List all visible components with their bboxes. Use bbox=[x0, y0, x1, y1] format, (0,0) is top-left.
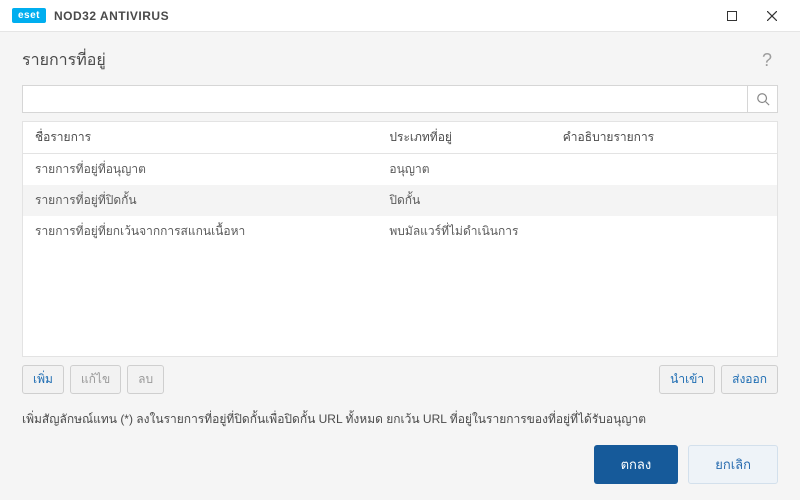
ok-button[interactable]: ตกลง bbox=[594, 445, 679, 484]
edit-button[interactable]: แก้ไข bbox=[70, 365, 121, 394]
table-row[interactable]: รายการที่อยู่ที่อนุญาต อนุญาต bbox=[23, 154, 777, 185]
search-input[interactable] bbox=[23, 86, 747, 112]
search-bar bbox=[22, 85, 778, 113]
table-row[interactable]: รายการที่อยู่ที่ยกเว้นจากการสแกนเนื้อหา … bbox=[23, 216, 777, 247]
cell-desc bbox=[551, 216, 777, 247]
close-button[interactable] bbox=[752, 0, 792, 32]
page-title: รายการที่อยู่ bbox=[22, 48, 106, 73]
add-button[interactable]: เพิ่ม bbox=[22, 365, 64, 394]
table-header: ชื่อรายการ ประเภทที่อยู่ คำอธิบายรายการ bbox=[23, 121, 777, 154]
table-body: รายการที่อยู่ที่อนุญาต อนุญาต รายการที่อ… bbox=[23, 154, 777, 356]
cancel-button[interactable]: ยกเลิก bbox=[688, 445, 778, 484]
search-button[interactable] bbox=[747, 86, 777, 112]
table-row[interactable]: รายการที่อยู่ที่ปิดกั้น ปิดกั้น bbox=[23, 185, 777, 216]
brand-logo: eset bbox=[12, 8, 46, 23]
cell-name: รายการที่อยู่ที่อนุญาต bbox=[23, 154, 377, 185]
cell-name: รายการที่อยู่ที่ยกเว้นจากการสแกนเนื้อหา bbox=[23, 216, 377, 247]
col-header-desc[interactable]: คำอธิบายรายการ bbox=[551, 122, 777, 153]
table-actions: เพิ่ม แก้ไข ลบ นำเข้า ส่งออก bbox=[22, 365, 778, 394]
titlebar: eset NOD32 ANTIVIRUS bbox=[0, 0, 800, 32]
dialog-footer: ตกลง ยกเลิก bbox=[594, 445, 778, 484]
cell-type: ปิดกั้น bbox=[377, 185, 550, 216]
col-header-name[interactable]: ชื่อรายการ bbox=[23, 122, 377, 153]
export-button[interactable]: ส่งออก bbox=[721, 365, 778, 394]
import-button[interactable]: นำเข้า bbox=[659, 365, 715, 394]
cell-desc bbox=[551, 154, 777, 185]
maximize-button[interactable] bbox=[712, 0, 752, 32]
delete-button[interactable]: ลบ bbox=[127, 365, 164, 394]
hint-text: เพิ่มสัญลักษณ์แทน (*) ลงในรายการที่อยู่ท… bbox=[0, 394, 800, 429]
cell-type: อนุญาต bbox=[377, 154, 550, 185]
search-icon bbox=[756, 92, 770, 106]
maximize-icon bbox=[727, 11, 737, 21]
cell-name: รายการที่อยู่ที่ปิดกั้น bbox=[23, 185, 377, 216]
header: รายการที่อยู่ ? bbox=[0, 32, 800, 85]
help-button[interactable]: ? bbox=[756, 46, 778, 75]
product-name: NOD32 ANTIVIRUS bbox=[54, 9, 169, 23]
col-header-type[interactable]: ประเภทที่อยู่ bbox=[377, 122, 550, 153]
cell-type: พบมัลแวร์ที่ไม่ดำเนินการ bbox=[377, 216, 550, 247]
close-icon bbox=[767, 11, 777, 21]
address-list-table: ชื่อรายการ ประเภทที่อยู่ คำอธิบายรายการ … bbox=[22, 121, 778, 357]
cell-desc bbox=[551, 185, 777, 216]
